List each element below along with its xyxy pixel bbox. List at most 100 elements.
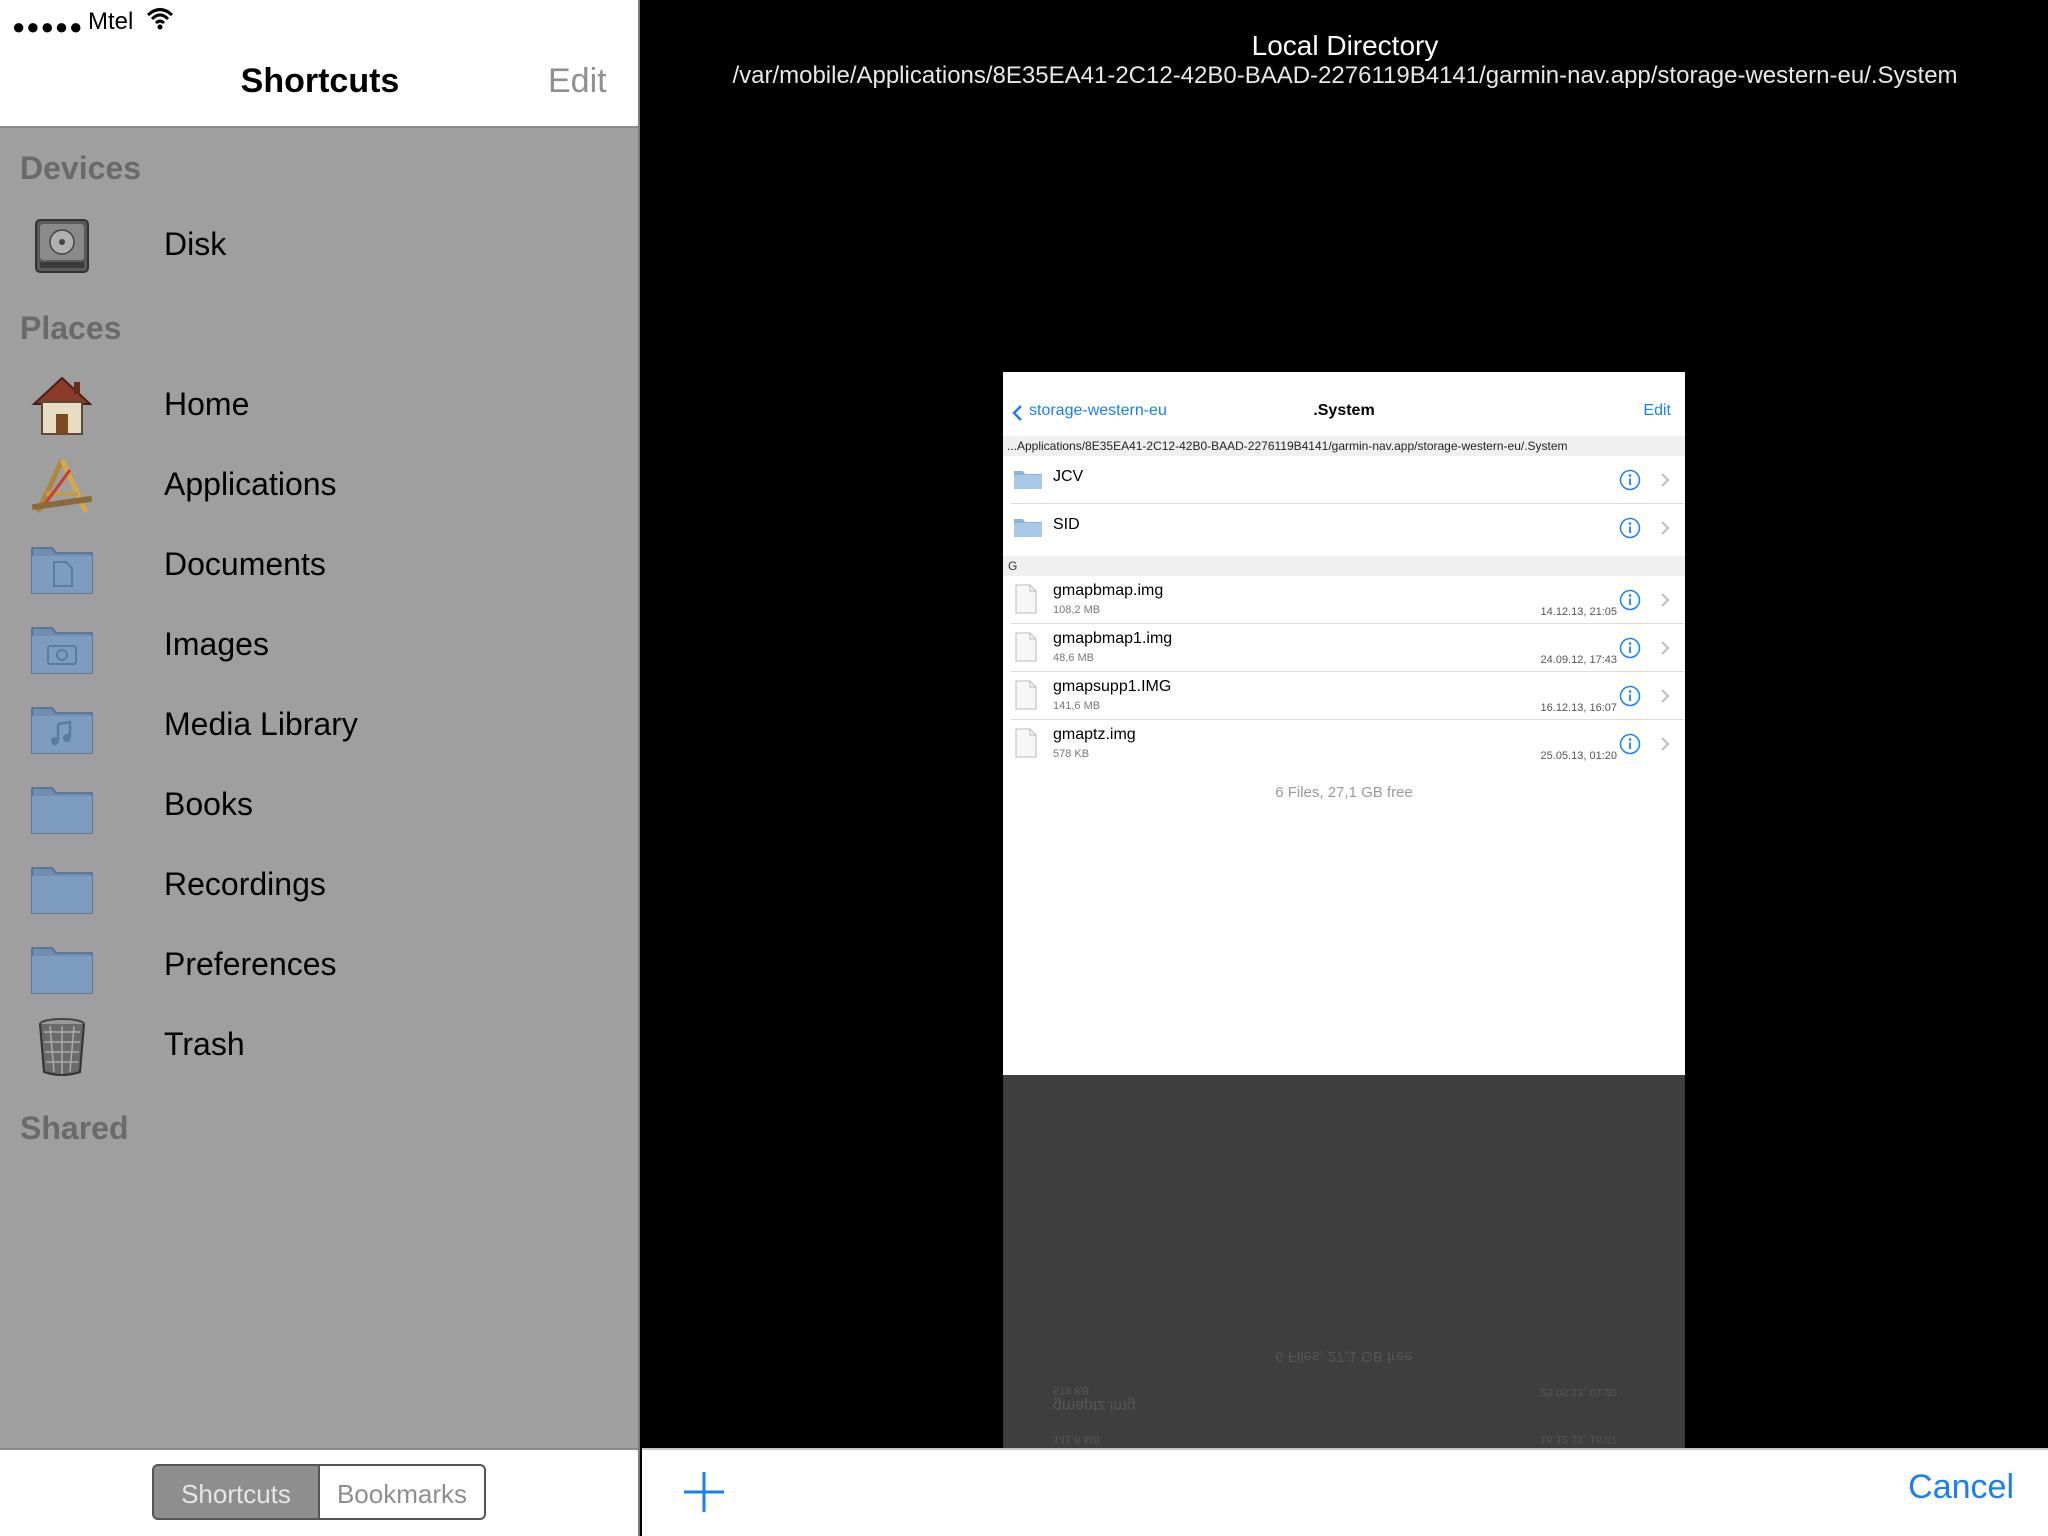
file-date: 25.05.13, 01:20 (1540, 750, 1617, 762)
info-icon[interactable] (1619, 685, 1641, 707)
file-name: gmapsupp1.IMG (1053, 678, 1172, 695)
sidebar-item-images[interactable]: Images (0, 606, 638, 686)
file-icon (1015, 680, 1037, 710)
chevron-right-icon (1661, 593, 1670, 607)
section-index: G (1003, 556, 1685, 576)
file-row[interactable]: gmaptz.img 578 KB 25.05.13, 01:20 (1003, 720, 1685, 768)
sidebar-item-preferences[interactable]: Preferences (0, 926, 638, 1006)
folder-name: SID (1053, 516, 1080, 533)
carrier-name: Mtel (88, 8, 134, 35)
directory-path: /var/mobile/Applications/8E35EA41-2C12-4… (732, 62, 1958, 89)
images-folder-icon (31, 627, 93, 674)
sidebar-item-label: Applications (164, 466, 337, 502)
preview-reflection: 6 Files, 27,1 GB free gmaptz.img 578 KB … (1003, 1075, 1685, 1448)
wifi-icon (146, 8, 174, 30)
main-footer: Cancel (642, 1448, 2048, 1536)
sidebar-item-media-library[interactable]: Media Library (0, 686, 638, 766)
sidebar-item-label: Disk (164, 226, 227, 262)
sidebar-item-home[interactable]: Home (0, 366, 638, 446)
info-icon[interactable] (1619, 469, 1641, 491)
file-name: gmapbmap.img (1053, 582, 1164, 599)
file-name: gmapbmap1.img (1053, 630, 1173, 647)
signal-strength: ●●●●● (12, 14, 84, 39)
sidebar-item-label: Recordings (164, 866, 326, 902)
bookmarks-tab[interactable]: Bookmarks (320, 1464, 486, 1520)
file-size: 48,6 MB (1053, 652, 1094, 664)
shortcuts-tab[interactable]: Shortcuts (152, 1464, 320, 1520)
main-panel: Local Directory /var/mobile/Applications… (642, 0, 2048, 1448)
chevron-right-icon (1661, 521, 1670, 535)
folder-icon (31, 947, 93, 994)
reflection-file-name: gmaptz.img (1053, 1397, 1136, 1414)
add-icon[interactable] (676, 1464, 732, 1520)
sidebar-item-label: Images (164, 626, 269, 662)
applications-icon (31, 458, 93, 514)
documents-folder-icon (31, 547, 93, 594)
folder-icon (31, 787, 93, 834)
disk-icon (35, 219, 89, 273)
sidebar-header: ●●●●● Mtel Shortcuts Edit (0, 0, 638, 128)
folder-name: JCV (1053, 468, 1084, 485)
info-icon[interactable] (1619, 517, 1641, 539)
section-places: Places (20, 310, 122, 346)
page-title: Local Directory (1251, 30, 1439, 61)
file-row[interactable]: gmapbmap1.img 48,6 MB 24.09.12, 17:43 (1003, 624, 1685, 672)
folder-row[interactable]: JCV (1003, 456, 1685, 504)
reflection-file-size: 578 KB (1053, 1384, 1090, 1396)
info-icon[interactable] (1619, 733, 1641, 755)
media-folder-icon (31, 707, 93, 754)
info-icon[interactable] (1619, 589, 1641, 611)
file-row[interactable]: gmapbmap.img 108,2 MB 14.12.13, 21:05 (1003, 576, 1685, 624)
reflection-file-size: 141,6 MB (1053, 1433, 1101, 1445)
sidebar-footer: Shortcuts Bookmarks (0, 1448, 638, 1536)
chevron-right-icon (1661, 641, 1670, 655)
section-devices: Devices (20, 150, 141, 186)
chevron-right-icon (1661, 689, 1670, 703)
preview-edit-button[interactable]: Edit (1643, 402, 1671, 420)
sidebar-item-label: Documents (164, 546, 326, 582)
section-shared: Shared (20, 1110, 129, 1146)
sidebar-item-label: Trash (164, 1026, 245, 1062)
edit-button[interactable]: Edit (548, 62, 607, 101)
folder-icon (1014, 471, 1042, 489)
directory-preview[interactable]: storage-western-eu .System Edit ...Appli… (1003, 372, 1685, 1075)
cancel-button[interactable]: Cancel (1908, 1468, 2014, 1507)
preview-summary: 6 Files, 27,1 GB free (1275, 784, 1413, 801)
folder-row[interactable]: SID (1003, 504, 1685, 552)
file-icon (1015, 632, 1037, 662)
file-date: 14.12.13, 21:05 (1540, 606, 1617, 618)
file-icon (1015, 728, 1037, 758)
file-row[interactable]: gmapsupp1.IMG 141,6 MB 16.12.13, 16:07 (1003, 672, 1685, 720)
sidebar-item-label: Books (164, 786, 253, 822)
sidebar-item-label: Home (164, 386, 250, 422)
file-size: 578 KB (1053, 748, 1090, 760)
sidebar-item-label: Preferences (164, 946, 337, 982)
reflection-summary: 6 Files, 27,1 GB free (1275, 1348, 1413, 1365)
sidebar-title: Shortcuts (240, 62, 400, 100)
file-icon (1015, 584, 1037, 614)
preview-path: ...Applications/8E35EA41-2C12-42B0-BAAD-… (1003, 436, 1685, 456)
sidebar-item-trash[interactable]: Trash (0, 1006, 638, 1086)
file-size: 108,2 MB (1053, 604, 1101, 616)
sidebar-item-documents[interactable]: Documents (0, 526, 638, 606)
info-icon[interactable] (1619, 637, 1641, 659)
chevron-right-icon (1661, 737, 1670, 751)
folder-icon (31, 867, 93, 914)
sidebar-item-disk[interactable]: Disk (0, 206, 638, 286)
folder-icon (1014, 519, 1042, 537)
trash-icon (39, 1018, 85, 1076)
sidebar: ●●●●● Mtel Shortcuts Edit Devices Disk P… (0, 0, 640, 1536)
file-size: 141,6 MB (1053, 700, 1101, 712)
home-icon (31, 376, 93, 435)
reflection-file-date: 16.12.13, 16:07 (1540, 1433, 1617, 1445)
sidebar-item-label: Media Library (164, 706, 358, 742)
reflection-file-date: 25.05.13, 01:20 (1540, 1386, 1617, 1398)
file-date: 24.09.12, 17:43 (1540, 654, 1617, 666)
preview-title: .System (1313, 402, 1375, 419)
sidebar-item-recordings[interactable]: Recordings (0, 846, 638, 926)
file-date: 16.12.13, 16:07 (1540, 702, 1617, 714)
sidebar-item-applications[interactable]: Applications (0, 446, 638, 526)
sidebar-item-books[interactable]: Books (0, 766, 638, 846)
file-name: gmaptz.img (1053, 726, 1136, 743)
chevron-right-icon (1661, 473, 1670, 487)
